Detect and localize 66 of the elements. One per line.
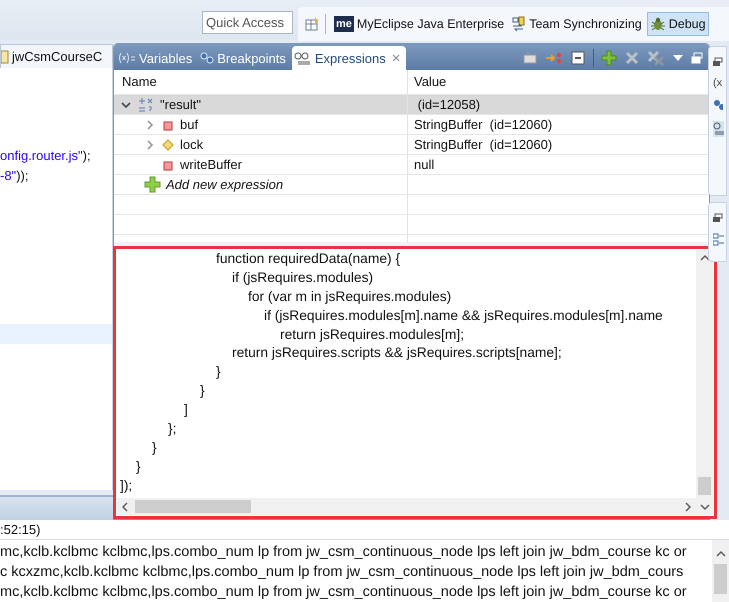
console-line: mc,kclb.kclbmc kclbmc,lps.combo_num lp from jw_csm_continuous_node lps left join jw_bdm_course kc or: [0, 543, 688, 562]
code-line: function requiredData(name) {: [215, 250, 402, 268]
sync-icon: [512, 16, 526, 32]
remove-icon[interactable]: [624, 50, 640, 66]
bug-icon: [650, 16, 666, 32]
variables-label[interactable]: (x: [713, 77, 722, 89]
code-line: }: [135, 458, 142, 476]
add-expression-link[interactable]: Add new expression: [166, 177, 284, 192]
expression-icon: [294, 51, 312, 65]
code-line: for (var m in jsRequires.modules): [247, 288, 452, 306]
add-icon[interactable]: [601, 50, 617, 66]
breakpoints-icon[interactable]: [713, 99, 723, 111]
console-line: mc,kclb.kclbmc kclbmc,lps.combo_num lp from jw_csm_continuous_node lps left join jw_bdm_course kc or: [0, 583, 688, 602]
perspective-button[interactable]: Debug: [646, 12, 709, 36]
tree-row[interactable]: "result" (id=12058): [114, 94, 709, 114]
view-tab[interactable]: Expressions ×: [292, 46, 406, 70]
scroll-thumb[interactable]: [714, 564, 727, 594]
vertical-scrollbar[interactable]: [712, 540, 729, 602]
code-line: return jsRequires.scripts && jsRequires.scripts[name];: [231, 344, 563, 362]
chevron-right-icon[interactable]: [684, 502, 692, 512]
close-icon[interactable]: ×: [392, 50, 400, 66]
arrow-icon[interactable]: [545, 50, 563, 66]
code-line: }: [151, 438, 158, 457]
open-perspective-icon[interactable]: [304, 16, 320, 32]
view-menu-icon[interactable]: [672, 53, 684, 63]
file-icon: [1, 50, 9, 64]
tree-row[interactable]: buf StringBuffer (id=12060): [114, 114, 709, 134]
remove-all-icon[interactable]: [647, 50, 665, 66]
view-tab[interactable]: Variables: [116, 46, 198, 70]
code-line: return jsRequires.modules[m];: [279, 326, 466, 344]
perspective-button[interactable]: me MyEclipse Java Enterprise: [331, 12, 508, 36]
scroll-thumb[interactable]: [698, 477, 711, 495]
outline-icon[interactable]: [713, 233, 724, 247]
code-line: if (jsRequires.modules): [231, 268, 374, 287]
chevron-down-icon[interactable]: [700, 503, 710, 511]
console-line: c kcxzmc,kclb.kclbmc kclbmc,lps.combo_num lp from jw_csm_continuous_node lps left join jw_bdm_cours: [0, 563, 684, 582]
perspective-button[interactable]: Team Synchronizing: [509, 12, 645, 36]
restore-icon[interactable]: [713, 57, 723, 67]
editor-tab[interactable]: jwCsmCourseC: [0, 44, 113, 68]
code-line: ]);: [120, 476, 134, 495]
restore-icon[interactable]: [713, 213, 723, 223]
code-line: }: [199, 382, 206, 400]
code-line: };: [167, 420, 178, 438]
code-line: }: [215, 363, 222, 382]
view-tab[interactable]: Breakpoints: [198, 46, 292, 70]
code-line: if (jsRequires.modules[m].name && jsRequires.modules[m].name: [263, 306, 664, 325]
tree-row[interactable]: lock StringBuffer (id=12060): [114, 134, 709, 154]
scroll-thumb[interactable]: [135, 500, 251, 513]
quick-access-field[interactable]: Quick Access: [202, 10, 293, 34]
logo-icon: me: [334, 16, 354, 32]
breakpoints-icon: [200, 52, 214, 64]
restore-icon[interactable]: [691, 52, 703, 64]
collapse-all-icon[interactable]: [570, 50, 586, 66]
variables-icon: [118, 52, 136, 64]
chevron-up-icon[interactable]: [716, 550, 726, 558]
code-line: ]: [183, 401, 189, 420]
code-line: -8"));: [0, 167, 30, 185]
expression-icon[interactable]: [713, 121, 724, 137]
add-icon: [144, 176, 162, 194]
column-header[interactable]: Value: [408, 70, 709, 94]
diamond-icon: [160, 136, 176, 152]
console-title: :52:15): [0, 522, 40, 537]
tree-row[interactable]: writeBuffer null: [114, 154, 709, 174]
chevron-left-icon[interactable]: [121, 502, 129, 512]
code-line: onfig.router.js");: [0, 147, 92, 165]
chevron-up-icon[interactable]: [700, 254, 710, 262]
